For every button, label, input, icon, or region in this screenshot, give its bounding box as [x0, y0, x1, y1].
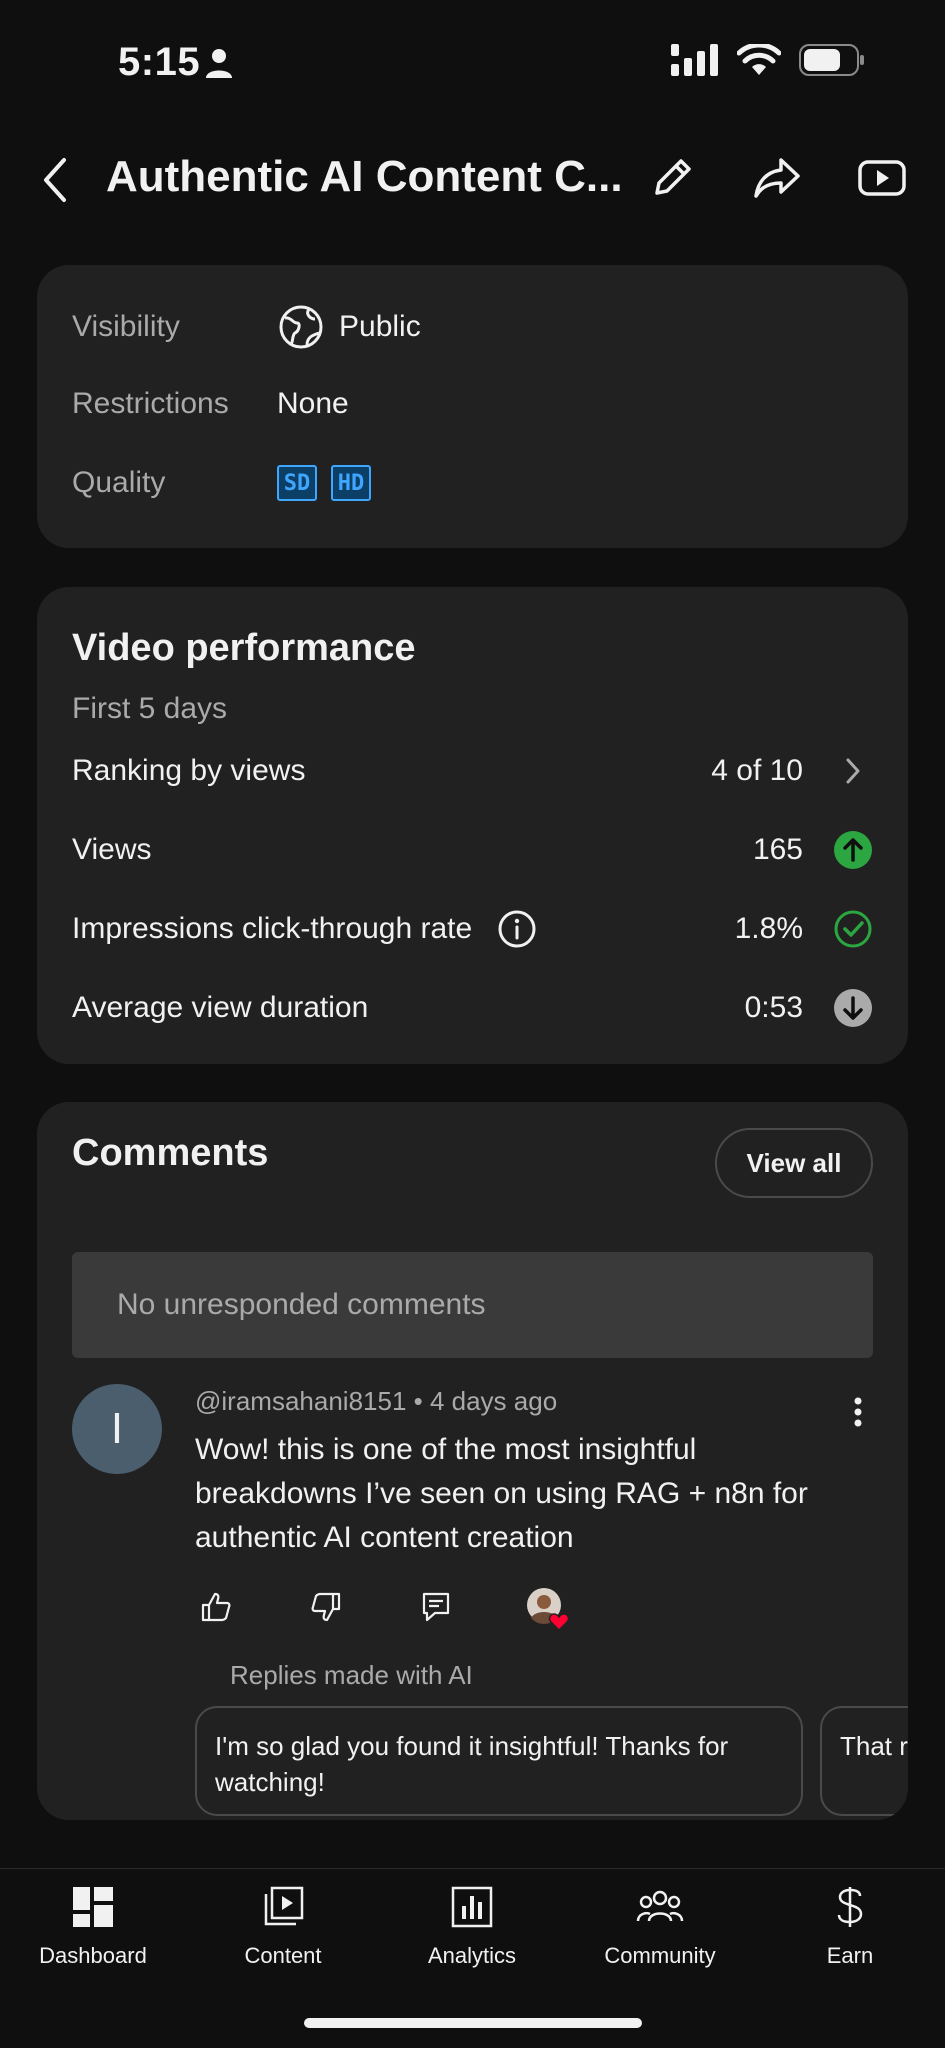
analytics-icon [448, 1883, 496, 1931]
dashboard-icon [69, 1883, 117, 1931]
chevron-left-icon [44, 158, 66, 202]
restrictions-value: None [277, 387, 349, 420]
video-performance-card: Video performance First 5 days Ranking b… [37, 587, 908, 1064]
reply-button[interactable] [415, 1586, 457, 1628]
quality-label: Quality [72, 466, 166, 499]
nav-label: Content [244, 1943, 322, 1968]
hd-quality-badge: HD [331, 465, 371, 501]
globe-icon [279, 305, 323, 349]
comments-card: Comments View all No unresponded comment… [37, 1102, 908, 1820]
nav-earn[interactable]: Earn [760, 1883, 940, 1969]
like-button[interactable] [195, 1586, 237, 1628]
restrictions-row[interactable]: Restrictions None [72, 387, 349, 421]
open-youtube-button[interactable] [850, 146, 914, 210]
info-icon[interactable] [498, 910, 536, 948]
check-circle-icon [833, 909, 873, 949]
ai-reply-suggestion[interactable]: I'm so glad you found it insightful! Tha… [195, 1706, 803, 1816]
dislike-button[interactable] [305, 1586, 347, 1628]
visibility-value: Public [339, 310, 421, 343]
video-details-screen: 5:15 Authentic AI Content C... Visibilit… [0, 0, 945, 2048]
video-info-card: Visibility Public Restrictions None Qual… [37, 265, 908, 548]
nav-label: Earn [826, 1943, 874, 1968]
ai-reply-suggestion[interactable]: That r you 🙏 [820, 1706, 908, 1816]
arrow-down-circle-icon [833, 988, 873, 1028]
visibility-label: Visibility [72, 310, 180, 343]
nav-label: Dashboard [39, 1943, 147, 1968]
content-library-icon [259, 1883, 307, 1931]
nav-label: Analytics [427, 1943, 517, 1968]
battery-icon [799, 44, 864, 76]
perf-value: 1.8% [734, 912, 803, 945]
reply-comment-icon [422, 1592, 450, 1622]
chevron-right-icon [833, 751, 873, 791]
comment-meta: @iramsahani8151 • 4 days ago [195, 1386, 558, 1416]
status-time: 5:15 [118, 40, 201, 84]
share-icon [754, 158, 800, 198]
perf-label: Impressions click-through rate [72, 912, 473, 945]
dollar-icon [826, 1883, 874, 1931]
youtube-play-icon [858, 160, 906, 196]
comment-more-button[interactable] [843, 1392, 873, 1432]
perf-value: 0:53 [744, 991, 803, 1024]
nav-analytics[interactable]: Analytics [382, 1883, 562, 1969]
ai-replies-label: Replies made with AI [230, 1660, 473, 1690]
arrow-up-circle-icon [833, 830, 873, 870]
avg-view-duration-row: Average view duration 0:53 [72, 978, 908, 1038]
nav-dashboard[interactable]: Dashboard [3, 1883, 183, 1969]
quality-row: Quality SD HD [72, 465, 371, 501]
community-icon [636, 1883, 684, 1931]
ctr-row: Impressions click-through rate 1.8% [72, 899, 908, 959]
visibility-row[interactable]: Visibility Public [72, 303, 421, 351]
app-header: Authentic AI Content C... [0, 140, 945, 220]
creator-heart-icon [527, 1588, 570, 1632]
view-all-comments-button[interactable]: View all [715, 1128, 873, 1198]
performance-title: Video performance [72, 627, 416, 669]
commenter-avatar[interactable]: I [72, 1384, 162, 1474]
perf-label: Ranking by views [72, 754, 306, 787]
back-button[interactable] [30, 150, 80, 210]
nav-content[interactable]: Content [193, 1883, 373, 1969]
perf-value: 165 [752, 833, 803, 866]
nav-community[interactable]: Community [570, 1883, 750, 1969]
comment-text: Wow! this is one of the most insightful … [195, 1433, 808, 1554]
perf-label: Average view duration [72, 991, 369, 1024]
person-icon [206, 49, 232, 78]
wifi-icon [737, 44, 781, 75]
thumbs-down-icon [311, 1592, 341, 1622]
ranking-by-views-row[interactable]: Ranking by views 4 of 10 [72, 741, 908, 801]
page-title: Authentic AI Content C... [106, 152, 623, 201]
sd-quality-badge: SD [277, 465, 317, 501]
thumbs-up-icon [201, 1592, 231, 1622]
perf-value: 4 of 10 [711, 754, 803, 787]
comment-actions [195, 1582, 570, 1632]
comments-title: Comments [72, 1132, 269, 1174]
status-icons [671, 44, 865, 76]
perf-label: Views [72, 833, 152, 866]
creator-heart-button[interactable] [525, 1586, 570, 1632]
restrictions-label: Restrictions [72, 387, 229, 420]
share-button[interactable] [745, 146, 809, 210]
nav-label: Community [604, 1943, 716, 1968]
cellular-signal-icon [671, 44, 718, 76]
status-bar: 5:15 [0, 0, 945, 130]
performance-subtitle: First 5 days [72, 692, 228, 725]
views-row: Views 165 [72, 820, 908, 880]
unresponded-comments-banner: No unresponded comments [72, 1252, 873, 1358]
home-indicator[interactable] [304, 2018, 642, 2028]
edit-button[interactable] [640, 146, 704, 210]
more-vertical-icon [854, 1397, 862, 1427]
pencil-icon [655, 159, 691, 195]
